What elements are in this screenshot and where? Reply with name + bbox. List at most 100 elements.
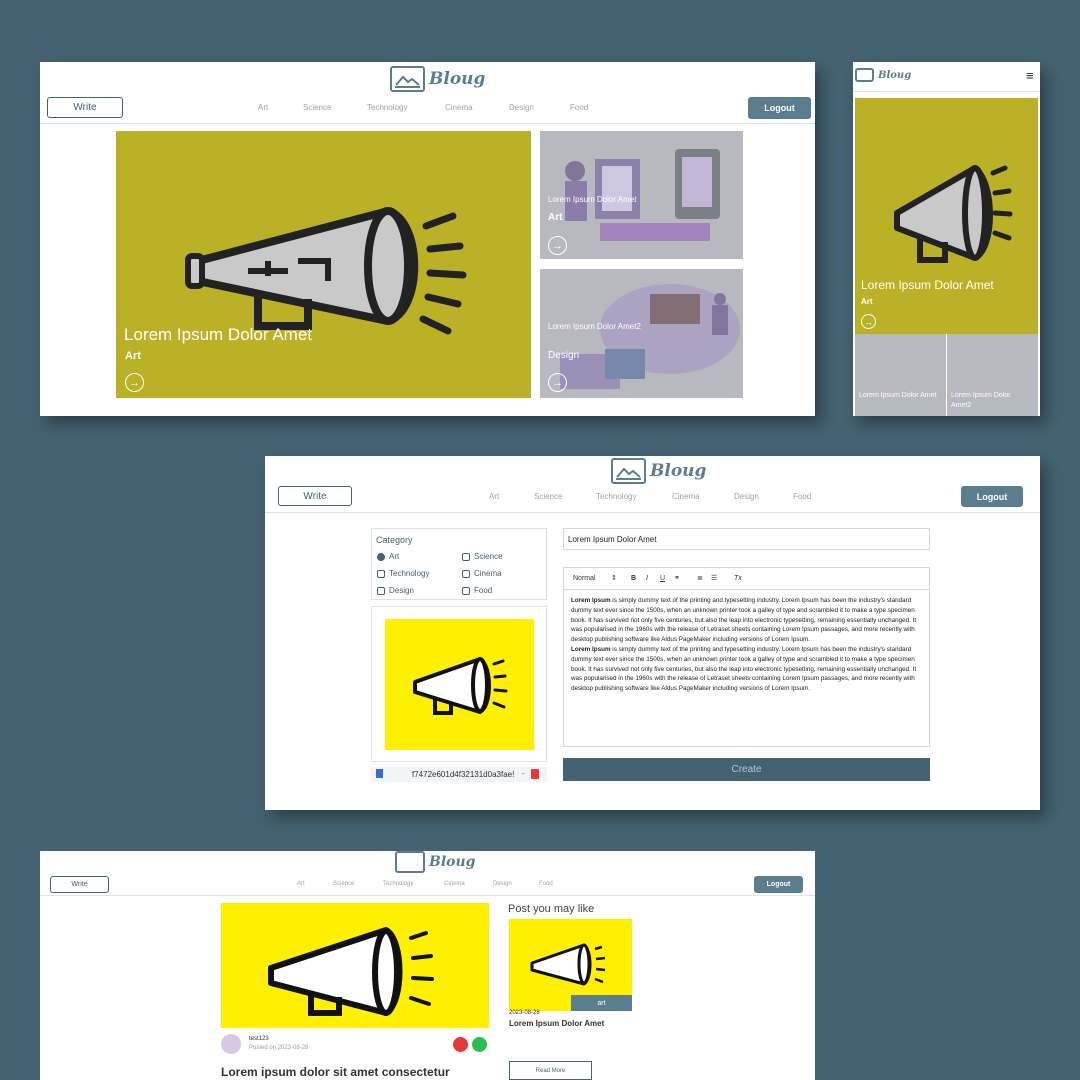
brand-name: Bloug	[429, 854, 476, 870]
design-illustration-icon	[560, 284, 740, 389]
clear-format-button[interactable]: Tx	[734, 575, 742, 582]
megaphone-icon	[894, 165, 1013, 263]
menu-icon[interactable]: ≡	[1026, 68, 1034, 83]
brand-logo[interactable]: Bloug	[611, 458, 706, 484]
read-more-button[interactable]: Read More	[509, 1061, 592, 1080]
picture-icon	[611, 458, 646, 484]
post-date: Posted on 2023-08-28	[249, 1045, 309, 1051]
side-post-1[interactable]: Lorem Ipsum Dolor Amet Art →	[540, 131, 743, 259]
brand-logo[interactable]: Bloug	[395, 851, 475, 873]
mobile-hero-arrow-icon[interactable]: →	[861, 314, 876, 329]
format-select[interactable]: Normal	[573, 575, 596, 582]
category-nav: Art Science Technology Cinema Design Foo…	[258, 103, 588, 112]
mobile-tile-1[interactable]: Lorem Ipsum Dolor Amet	[855, 334, 946, 416]
option-food[interactable]: Food	[462, 586, 492, 595]
write-screen: Bloug Write Art Science Technology Cinem…	[265, 456, 1040, 810]
side-post-2-category: Design	[548, 350, 580, 361]
hero-arrow-icon[interactable]: →	[125, 373, 144, 392]
suggest-title[interactable]: Lorem Ipsum Dolor Amet	[509, 1019, 604, 1028]
megaphone-icon	[413, 657, 508, 715]
nav-design[interactable]: Design	[509, 103, 570, 112]
option-science[interactable]: Science	[462, 552, 502, 561]
hero-title: Lorem Ipsum Dolor Amet	[124, 325, 313, 344]
brand-logo-mobile[interactable]: Bloug	[855, 68, 911, 82]
nav-design[interactable]: Design	[493, 881, 539, 887]
side-post-2-arrow-icon[interactable]: →	[548, 373, 567, 392]
checkbox-icon[interactable]	[377, 586, 385, 595]
mobile-tile-2[interactable]: Lorem Ipsum Dolor Amet2	[947, 334, 1038, 416]
write-button[interactable]: Write	[47, 97, 123, 118]
nav-science[interactable]: Science	[534, 492, 596, 501]
picture-icon	[395, 851, 425, 873]
trash-icon[interactable]	[531, 769, 539, 779]
header-divider	[40, 895, 815, 896]
nav-science[interactable]: Science	[303, 103, 367, 112]
editor: Normal ⇕ B I U ⚭ ≣ ☰ Tx Lorem Ipsum is s…	[563, 567, 930, 747]
create-button[interactable]: Create	[563, 758, 930, 781]
megaphone-icon	[530, 943, 606, 986]
nav-cinema[interactable]: Cinema	[445, 103, 509, 112]
suggest-category-badge: art	[571, 995, 632, 1011]
nav-food[interactable]: Food	[539, 881, 553, 887]
checkbox-icon[interactable]	[462, 552, 470, 561]
brand-logo[interactable]: Bloug	[390, 66, 485, 92]
editor-body[interactable]: Lorem Ipsum is simply dummy text of the …	[571, 596, 924, 694]
brand-name: Bloug	[429, 69, 486, 89]
italic-button[interactable]: I	[646, 575, 648, 582]
megaphone-icon	[185, 207, 467, 335]
nav-design[interactable]: Design	[734, 492, 793, 501]
logout-button[interactable]: Logout	[754, 876, 803, 893]
nav-food[interactable]: Food	[793, 492, 811, 501]
nav-technology[interactable]: Technology	[367, 103, 445, 112]
logout-button[interactable]: Logout	[961, 486, 1023, 507]
header-divider	[40, 123, 815, 124]
delete-icon[interactable]	[453, 1037, 468, 1052]
file-dash: -	[522, 769, 525, 778]
category-box: Category Art Science Technology Cinema D…	[371, 528, 547, 600]
underline-button[interactable]: U	[660, 575, 665, 582]
write-button[interactable]: Write	[278, 486, 352, 506]
nav-technology[interactable]: Technology	[596, 492, 672, 501]
paragraph-1: Lorem Ipsum is simply dummy text of the …	[571, 597, 917, 644]
ordered-list-icon[interactable]: ≣	[697, 574, 703, 582]
option-cinema[interactable]: Cinema	[462, 569, 502, 578]
side-post-2[interactable]: Lorem Ipsum Dolor Amet2 Design →	[540, 269, 743, 398]
home-mobile-screen: Bloug ≡ Lorem Ipsum Dolor Amet Art → Lor…	[853, 62, 1040, 416]
bullet-list-icon[interactable]: ☰	[711, 574, 717, 582]
option-design[interactable]: Design	[377, 586, 414, 595]
link-icon[interactable]: ⚭	[674, 574, 680, 582]
title-input[interactable]: Lorem Ipsum Dolor Amet	[563, 528, 930, 550]
nav-cinema[interactable]: Cinema	[444, 881, 493, 887]
radio-selected-icon[interactable]	[377, 552, 385, 561]
nav-art[interactable]: Art	[258, 103, 303, 112]
paragraph-2: Lorem Ipsum is simply dummy text of the …	[571, 645, 917, 693]
logout-button[interactable]: Logout	[748, 97, 811, 119]
option-art[interactable]: Art	[377, 552, 399, 561]
author-name: test123	[249, 1036, 269, 1042]
suggest-image[interactable]: art	[509, 919, 632, 1011]
nav-food[interactable]: Food	[570, 103, 588, 112]
write-button[interactable]: Write	[50, 876, 109, 893]
picture-icon	[390, 66, 425, 92]
checkbox-icon[interactable]	[377, 569, 385, 578]
nav-cinema[interactable]: Cinema	[672, 492, 734, 501]
editor-toolbar: Normal ⇕ B I U ⚭ ≣ ☰ Tx	[564, 568, 929, 590]
nav-art[interactable]: Art	[489, 492, 534, 501]
select-arrows-icon: ⇕	[611, 575, 617, 582]
checkbox-icon[interactable]	[462, 569, 470, 578]
suggest-heading: Post you may like	[508, 903, 595, 915]
mobile-hero-title: Lorem Ipsum Dolor Amet	[861, 278, 994, 292]
option-technology[interactable]: Technology	[377, 569, 429, 578]
mobile-hero-post[interactable]: Lorem Ipsum Dolor Amet Art →	[855, 98, 1038, 334]
checkbox-icon[interactable]	[462, 586, 470, 595]
edit-icon[interactable]	[472, 1037, 487, 1052]
file-row: f7472e601d4f32131d0a3fae! -	[371, 767, 547, 782]
nav-art[interactable]: Art	[297, 881, 333, 887]
nav-technology[interactable]: Technology	[383, 881, 444, 887]
category-nav: Art Science Technology Cinema Design Foo…	[489, 492, 811, 501]
hero-post[interactable]: Lorem Ipsum Dolor Amet Art →	[116, 131, 531, 398]
side-post-1-arrow-icon[interactable]: →	[548, 236, 567, 255]
bold-button[interactable]: B	[631, 575, 636, 582]
nav-science[interactable]: Science	[333, 881, 383, 887]
image-upload-box[interactable]	[371, 606, 547, 762]
